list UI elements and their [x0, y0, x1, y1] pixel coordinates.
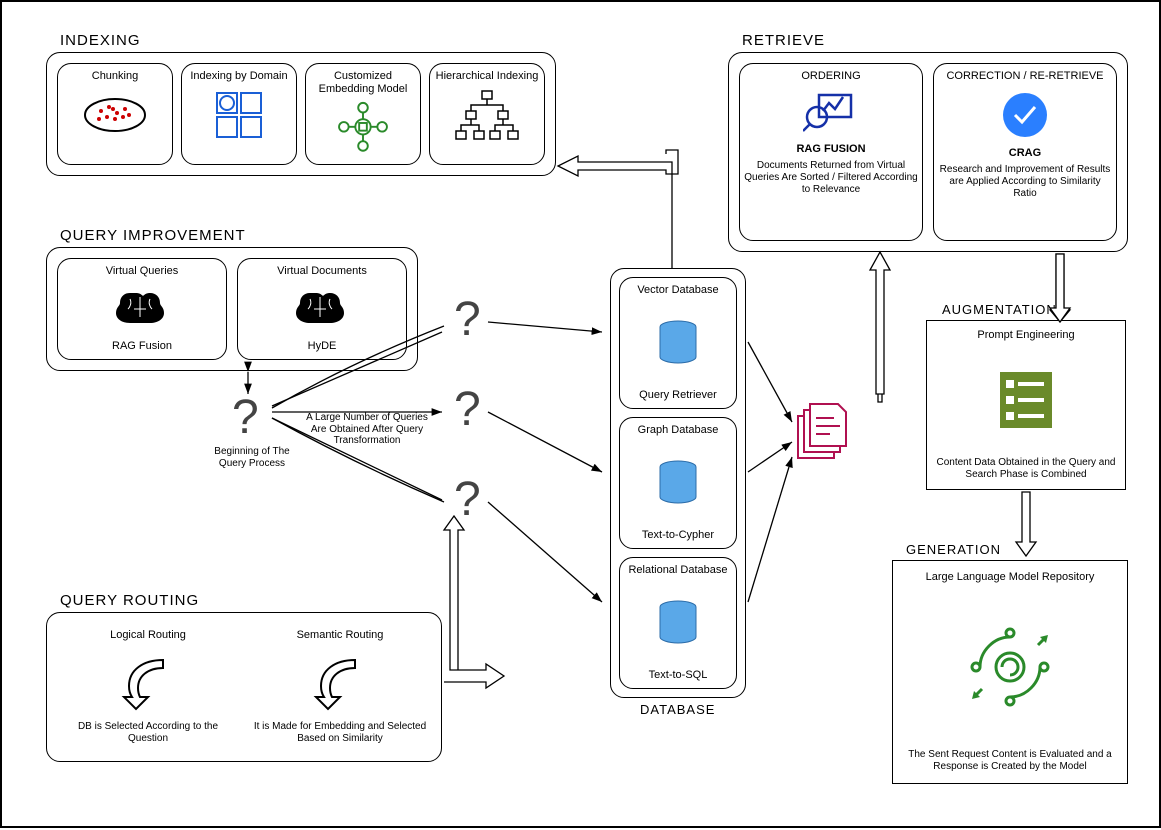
qr-title: QUERY ROUTING [60, 592, 199, 609]
crag-title: CRAG [1009, 147, 1041, 160]
indexing-embedding-label: Customized Embedding Model [310, 70, 416, 96]
question-icon: ? [454, 472, 481, 527]
note-many: A Large Number of Queries Are Obtained A… [302, 412, 432, 447]
db-graph-title: Graph Database [638, 424, 719, 437]
qi-title: QUERY IMPROVEMENT [60, 227, 246, 244]
db-vector-sub: Query Retriever [639, 389, 717, 402]
database-icon [656, 459, 700, 507]
indexing-title: INDEXING [60, 32, 141, 49]
domain-grid-icon [211, 87, 267, 143]
qi-vd-title: Virtual Documents [277, 265, 367, 278]
qr-logical-title: Logical Routing [110, 629, 186, 642]
indexing-chunking: Chunking [57, 63, 173, 165]
qi-box: Virtual Queries RAG Fusion Virtual Docum… [46, 247, 418, 371]
generation-title: GENERATION [906, 542, 1001, 557]
db-relational: Relational Database Text-to-SQL [619, 557, 737, 689]
aug-header: Prompt Engineering [977, 329, 1074, 342]
brain-icon [290, 285, 354, 333]
indexing-box: Chunking Indexing by Domain Customized E… [46, 52, 556, 176]
qr-semantic-desc: It is Made for Embedding and Selected Ba… [253, 721, 427, 745]
retrieve-ordering: ORDERING RAG FUSION Documents Returned f… [739, 63, 923, 241]
qr-semantic: Semantic Routing It is Made for Embeddin… [249, 623, 431, 751]
db-graph: Graph Database Text-to-Cypher [619, 417, 737, 549]
ordering-header: ORDERING [801, 70, 860, 83]
indexing-hierarchical: Hierarchical Indexing [429, 63, 545, 165]
indexing-chunking-label: Chunking [92, 70, 138, 83]
checkmark-circle-icon [1001, 91, 1049, 139]
qi-virtual-docs: Virtual Documents HyDE [237, 258, 407, 360]
chunking-icon [79, 87, 151, 137]
ordering-desc: Documents Returned from Virtual Queries … [744, 160, 918, 196]
qr-semantic-title: Semantic Routing [297, 629, 384, 642]
indexing-embedding: Customized Embedding Model [305, 63, 421, 165]
db-rel-title: Relational Database [628, 564, 727, 577]
gen-desc: The Sent Request Content is Evaluated an… [903, 749, 1117, 773]
qi-vd-sub: HyDE [308, 340, 337, 353]
qr-box: Logical Routing DB is Selected According… [46, 612, 442, 762]
crag-desc: Research and Improvement of Results are … [938, 164, 1112, 200]
gen-header: Large Language Model Repository [926, 571, 1095, 584]
hierarchy-icon [452, 87, 522, 143]
qr-logical-desc: DB is Selected According to the Question [61, 721, 235, 745]
brain-icon [110, 285, 174, 333]
database-icon [656, 599, 700, 647]
qr-logical: Logical Routing DB is Selected According… [57, 623, 239, 751]
checklist-icon [996, 368, 1056, 432]
qi-vq-sub: RAG Fusion [112, 340, 172, 353]
documents-icon [790, 402, 850, 466]
augmentation-title: AUGMENTATION [942, 302, 1057, 317]
db-vector: Vector Database Query Retriever [619, 277, 737, 409]
question-icon: ? [454, 382, 481, 437]
note-begin: Beginning of The Query Process [212, 446, 292, 469]
database-icon [656, 319, 700, 367]
db-graph-sub: Text-to-Cypher [642, 529, 714, 542]
crag-header: CORRECTION / RE-RETRIEVE [946, 70, 1103, 83]
embedding-icon [333, 100, 393, 154]
db-rel-sub: Text-to-SQL [649, 669, 708, 682]
generation-box: Large Language Model Repository The Sent… [892, 560, 1128, 784]
curved-arrow-icon [305, 652, 375, 712]
retrieve-title: RETRIEVE [742, 32, 825, 49]
ai-brain-gear-icon [960, 617, 1060, 717]
indexing-domain-label: Indexing by Domain [190, 70, 287, 83]
database-title: DATABASE [640, 702, 715, 717]
question-icon: ? [232, 390, 259, 445]
indexing-hierarchical-label: Hierarchical Indexing [436, 70, 539, 83]
qi-vq-title: Virtual Queries [106, 265, 179, 278]
ordering-title: RAG FUSION [796, 143, 865, 156]
database-box: Vector Database Query Retriever Graph Da… [610, 268, 746, 698]
retrieve-crag: CORRECTION / RE-RETRIEVE CRAG Research a… [933, 63, 1117, 241]
magnifier-chart-icon [803, 91, 859, 135]
retrieve-box: ORDERING RAG FUSION Documents Returned f… [728, 52, 1128, 252]
qi-virtual-queries: Virtual Queries RAG Fusion [57, 258, 227, 360]
aug-desc: Content Data Obtained in the Query and S… [935, 457, 1117, 481]
db-vector-title: Vector Database [637, 284, 718, 297]
indexing-domain: Indexing by Domain [181, 63, 297, 165]
curved-arrow-icon [113, 652, 183, 712]
question-icon: ? [454, 292, 481, 347]
augmentation-box: Prompt Engineering Content Data Obtained… [926, 320, 1126, 490]
